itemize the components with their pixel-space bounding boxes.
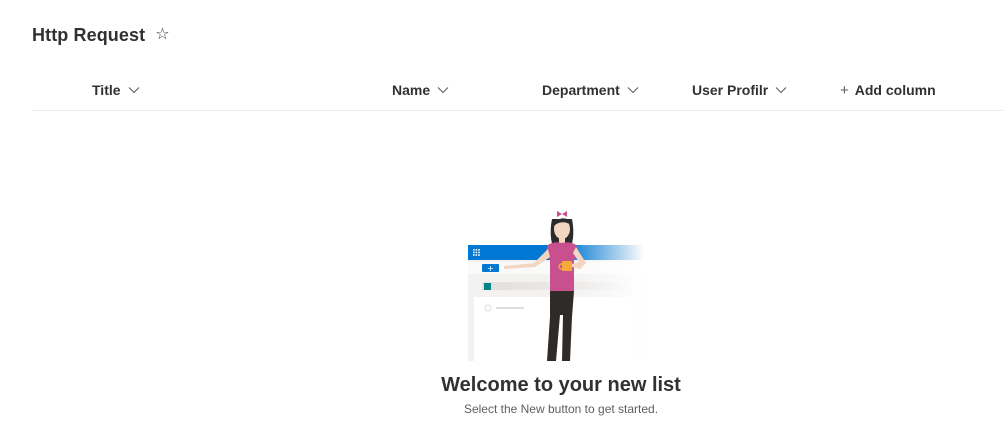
empty-state-subtitle: Select the New button to get started. — [463, 402, 659, 416]
add-column-button[interactable]: + Add column — [840, 70, 936, 110]
empty-list-illustration: + — [468, 211, 644, 361]
column-header-label: Title — [92, 82, 121, 98]
chevron-down-icon — [627, 86, 639, 94]
list-title: Http Request — [32, 24, 146, 45]
chevron-down-icon — [437, 86, 449, 94]
empty-state-title: Welcome to your new list — [441, 374, 681, 396]
column-header-label: Name — [392, 82, 431, 98]
column-header-title[interactable]: Title — [92, 70, 140, 110]
chevron-down-icon — [128, 86, 140, 94]
mug — [562, 261, 572, 271]
svg-text:+: + — [487, 264, 494, 273]
plus-icon: + — [840, 81, 849, 99]
column-header-label: User Profilr — [692, 82, 769, 98]
column-header-label: Department — [542, 82, 620, 98]
column-header-department[interactable]: Department — [542, 70, 639, 110]
waffle-icon — [473, 249, 480, 256]
chevron-down-icon — [775, 86, 787, 94]
sharepoint-list-page: Http Request ☆ Title Name Department Use… — [0, 0, 1004, 422]
column-header-name[interactable]: Name — [392, 70, 449, 110]
list-header: Http Request ☆ — [32, 22, 170, 48]
mock-row-icon — [484, 283, 491, 290]
add-column-label: Add column — [854, 82, 936, 98]
star-icon[interactable]: ☆ — [155, 27, 169, 43]
column-header-row: Title Name Department User Profilr + Add… — [32, 70, 1004, 111]
column-header-user-profilr[interactable]: User Profilr — [692, 70, 787, 110]
